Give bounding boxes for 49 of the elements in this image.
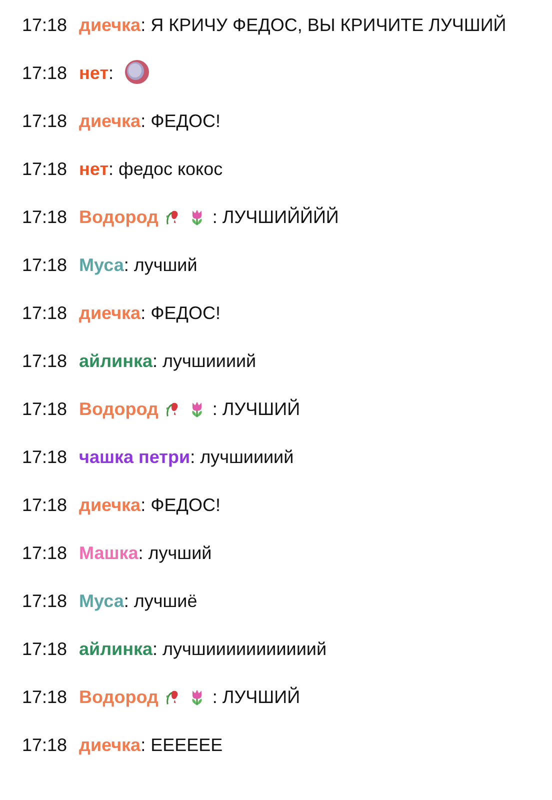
message-time: 17:18 — [22, 447, 68, 467]
message-text: : лучший — [138, 543, 212, 563]
message-text: : ЕЕЕЕЕЕ — [140, 735, 223, 755]
message-text: : ФЕДОС! — [140, 303, 220, 323]
message-text: : ФЕДОС! — [140, 111, 220, 131]
message-text: : Я КРИЧУ ФЕДОС, ВЫ КРИЧИТЕ ЛУЧШИЙ — [140, 15, 506, 35]
message-text: : лучший — [124, 255, 198, 275]
message-text: : лучшиииий — [190, 447, 294, 467]
author-name[interactable]: Водород — [79, 399, 158, 419]
message-time: 17:18 — [22, 735, 68, 755]
message-time: 17:18 — [22, 399, 68, 419]
message-time: 17:18 — [22, 159, 68, 179]
author-name[interactable]: Водород — [79, 687, 158, 707]
message-time: 17:18 — [22, 303, 68, 323]
message-time: 17:18 — [22, 63, 68, 83]
message-text: : ФЕДОС! — [140, 495, 220, 515]
coconut-icon — [124, 59, 150, 85]
author-name[interactable]: нет — [79, 159, 109, 179]
message-time: 17:18 — [22, 543, 68, 563]
message-time: 17:18 — [22, 591, 68, 611]
author-name[interactable]: чашка петри — [79, 447, 190, 467]
message-text: : ЛУЧШИЙЙЙЙ — [212, 207, 339, 227]
author-name[interactable]: айлинка — [79, 351, 153, 371]
author-name[interactable]: айлинка — [79, 639, 153, 659]
message-text: : федос кокос — [108, 159, 223, 179]
message-time: 17:18 — [22, 15, 68, 35]
message-time: 17:18 — [22, 207, 68, 227]
message-text: : лучшиё — [124, 591, 198, 611]
message-time: 17:18 — [22, 111, 68, 131]
message-time: 17:18 — [22, 255, 68, 275]
author-name[interactable]: Машка — [79, 543, 138, 563]
author-name[interactable]: диечка — [79, 735, 141, 755]
message-text: : ЛУЧШИЙ — [212, 399, 300, 419]
message-text: : лучшииииииииииий — [152, 639, 326, 659]
author-name[interactable]: диечка — [79, 495, 141, 515]
message-time: 17:18 — [22, 351, 68, 371]
author-name[interactable]: диечка — [79, 15, 141, 35]
author-name[interactable]: Муса — [79, 591, 124, 611]
author-name[interactable]: Водород — [79, 207, 158, 227]
author-name[interactable]: нет — [79, 63, 109, 83]
message-text: : — [108, 63, 114, 83]
author-name[interactable]: диечка — [79, 111, 141, 131]
author-name[interactable]: диечка — [79, 303, 141, 323]
message-text: : лучшиииий — [152, 351, 256, 371]
message-time: 17:18 — [22, 687, 68, 707]
message-text: : ЛУЧШИЙ — [212, 687, 300, 707]
message-time: 17:18 — [22, 495, 68, 515]
message-time: 17:18 — [22, 639, 68, 659]
author-name[interactable]: Муса — [79, 255, 124, 275]
